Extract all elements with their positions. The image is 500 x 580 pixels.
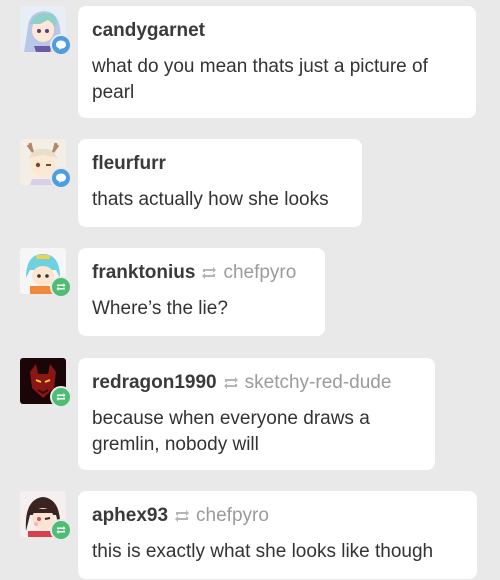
reblog-icon (175, 510, 190, 522)
username-link[interactable]: candygarnet (92, 20, 205, 42)
reblog-badge (50, 276, 72, 298)
reblog-badge (50, 386, 72, 408)
reblog-badge (50, 519, 72, 541)
reply-badge (50, 167, 72, 189)
reblog-icon (202, 267, 217, 279)
username-link[interactable]: aphex93 (92, 505, 168, 527)
username-link[interactable]: redragon1990 (92, 372, 217, 394)
avatar[interactable] (20, 139, 72, 189)
note-bubble: fleurfurr thats actually how she looks (78, 139, 362, 227)
avatar[interactable] (20, 358, 72, 408)
reblog-icon (56, 283, 66, 291)
speech-bubble-icon (56, 40, 66, 50)
reblog-source-link[interactable]: chefpyro (196, 505, 269, 527)
speech-bubble-icon (56, 173, 66, 183)
note-text: thats actually how she looks (92, 189, 329, 210)
note-text: this is exactly what she looks like thou… (92, 541, 434, 562)
avatar[interactable] (20, 6, 72, 56)
reblog-source-link[interactable]: chefpyro (223, 262, 296, 284)
note-bubble: aphex93 chefpyro this is exactly what sh… (78, 491, 477, 579)
note-bubble: franktonius chefpyro Where’s the lie? (78, 248, 325, 336)
avatar[interactable] (20, 491, 72, 541)
note-bubble: redragon1990 sketchy-red-dude because wh… (78, 358, 435, 470)
reply-badge (50, 34, 72, 56)
reblog-icon (56, 526, 66, 534)
note-text: because when everyone draws a gremlin, n… (92, 408, 370, 455)
reblog-icon (56, 393, 66, 401)
note-text: Where’s the lie? (92, 298, 228, 319)
username-link[interactable]: franktonius (92, 262, 195, 284)
note-bubble: candygarnet what do you mean thats just … (78, 6, 476, 118)
reblog-icon (223, 377, 238, 389)
note-text: what do you mean thats just a picture of… (92, 56, 428, 103)
username-link[interactable]: fleurfurr (92, 153, 166, 175)
avatar[interactable] (20, 248, 72, 298)
reblog-source-link[interactable]: sketchy-red-dude (245, 372, 392, 394)
